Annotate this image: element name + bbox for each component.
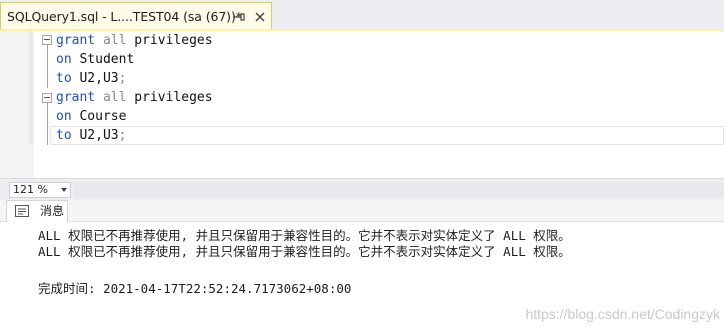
watermark: https://blog.csdn.net/Codingzyk xyxy=(525,306,720,322)
sql-editor[interactable]: grant all privileges on Student to U2,U3… xyxy=(0,31,724,178)
close-icon[interactable] xyxy=(253,10,267,24)
collapse-icon[interactable] xyxy=(42,93,52,103)
code-line: on Student xyxy=(56,52,135,67)
zoom-bar: 121 % xyxy=(0,178,724,200)
horizontal-scrollbar[interactable] xyxy=(74,182,724,198)
outline-line xyxy=(47,45,48,88)
change-tracking-bar xyxy=(29,31,33,145)
zoom-value: 121 % xyxy=(13,183,48,196)
code-line: grant all privileges xyxy=(56,90,213,105)
results-tab-strip xyxy=(0,200,724,222)
query-document-tab[interactable]: SQLQuery1.sql - L....TEST04 (sa (67))* xyxy=(0,2,272,30)
collapse-icon[interactable] xyxy=(42,35,52,45)
code-line: to U2,U3; xyxy=(56,71,127,86)
chevron-down-icon[interactable] xyxy=(61,188,67,192)
message-line: ALL 权限已不再推荐使用, 并且只保留用于兼容性目的。它并不表示对实体定义了 … xyxy=(38,244,571,259)
code-line: on Course xyxy=(56,109,127,124)
messages-icon xyxy=(15,205,29,217)
completion-time: 完成时间: 2021-04-17T22:52:24.7173062+08:00 xyxy=(38,281,352,296)
messages-tab-label: 消息 xyxy=(40,204,65,218)
current-line-highlight xyxy=(50,126,724,145)
zoom-dropdown[interactable]: 121 % xyxy=(9,182,71,198)
tab-title: SQLQuery1.sql - L....TEST04 (sa (67))* xyxy=(7,9,242,24)
pin-icon[interactable] xyxy=(232,10,246,24)
document-tab-strip: SQLQuery1.sql - L....TEST04 (sa (67))* xyxy=(0,0,724,31)
outline-line xyxy=(47,103,48,145)
code-line: to U2,U3; xyxy=(56,128,127,143)
message-line: ALL 权限已不再推荐使用, 并且只保留用于兼容性目的。它并不表示对实体定义了 … xyxy=(38,228,571,243)
code-line: grant all privileges xyxy=(56,33,213,48)
